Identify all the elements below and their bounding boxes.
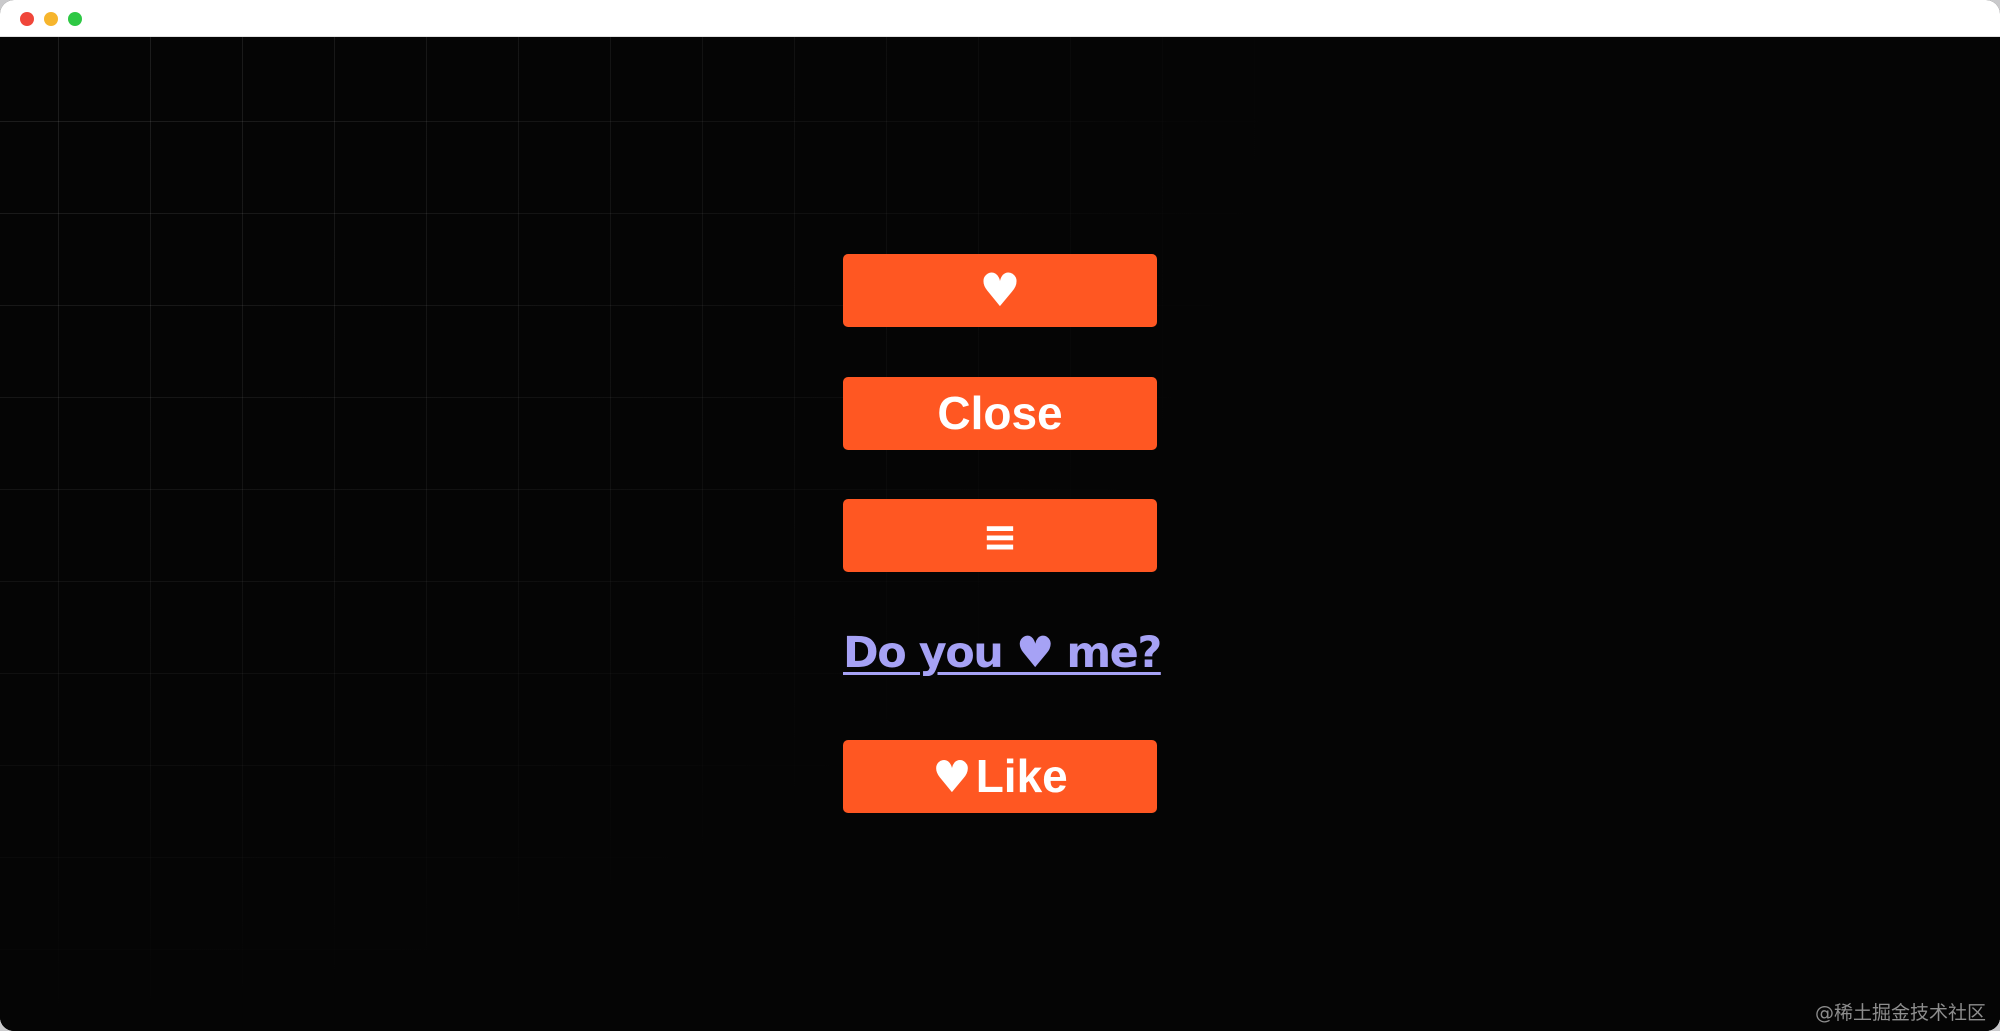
- heart-button[interactable]: ♥: [843, 254, 1157, 327]
- menu-button[interactable]: ≡: [843, 499, 1157, 572]
- close-button[interactable]: Close: [843, 377, 1157, 450]
- minimize-window-button[interactable]: [44, 12, 58, 26]
- like-button[interactable]: ♥Like: [843, 740, 1157, 813]
- maximize-window-button[interactable]: [68, 12, 82, 26]
- close-window-button[interactable]: [20, 12, 34, 26]
- page-canvas: ♥ Close ≡ Do you ♥ me? ♥Like @稀土掘金技术社区: [0, 37, 2000, 1031]
- menu-icon: ≡: [982, 512, 1018, 561]
- title-bar: [0, 0, 2000, 37]
- heart-icon: ♥: [979, 263, 1021, 317]
- close-button-label: Close: [937, 387, 1063, 439]
- browser-window: ♥ Close ≡ Do you ♥ me? ♥Like @稀土掘金技术社区: [0, 0, 2000, 1031]
- do-you-love-me-link[interactable]: Do you ♥ me?: [843, 617, 1162, 690]
- like-button-label: Like: [975, 750, 1068, 802]
- watermark: @稀土掘金技术社区: [1814, 1002, 1986, 1024]
- heart-icon: ♥: [932, 752, 972, 803]
